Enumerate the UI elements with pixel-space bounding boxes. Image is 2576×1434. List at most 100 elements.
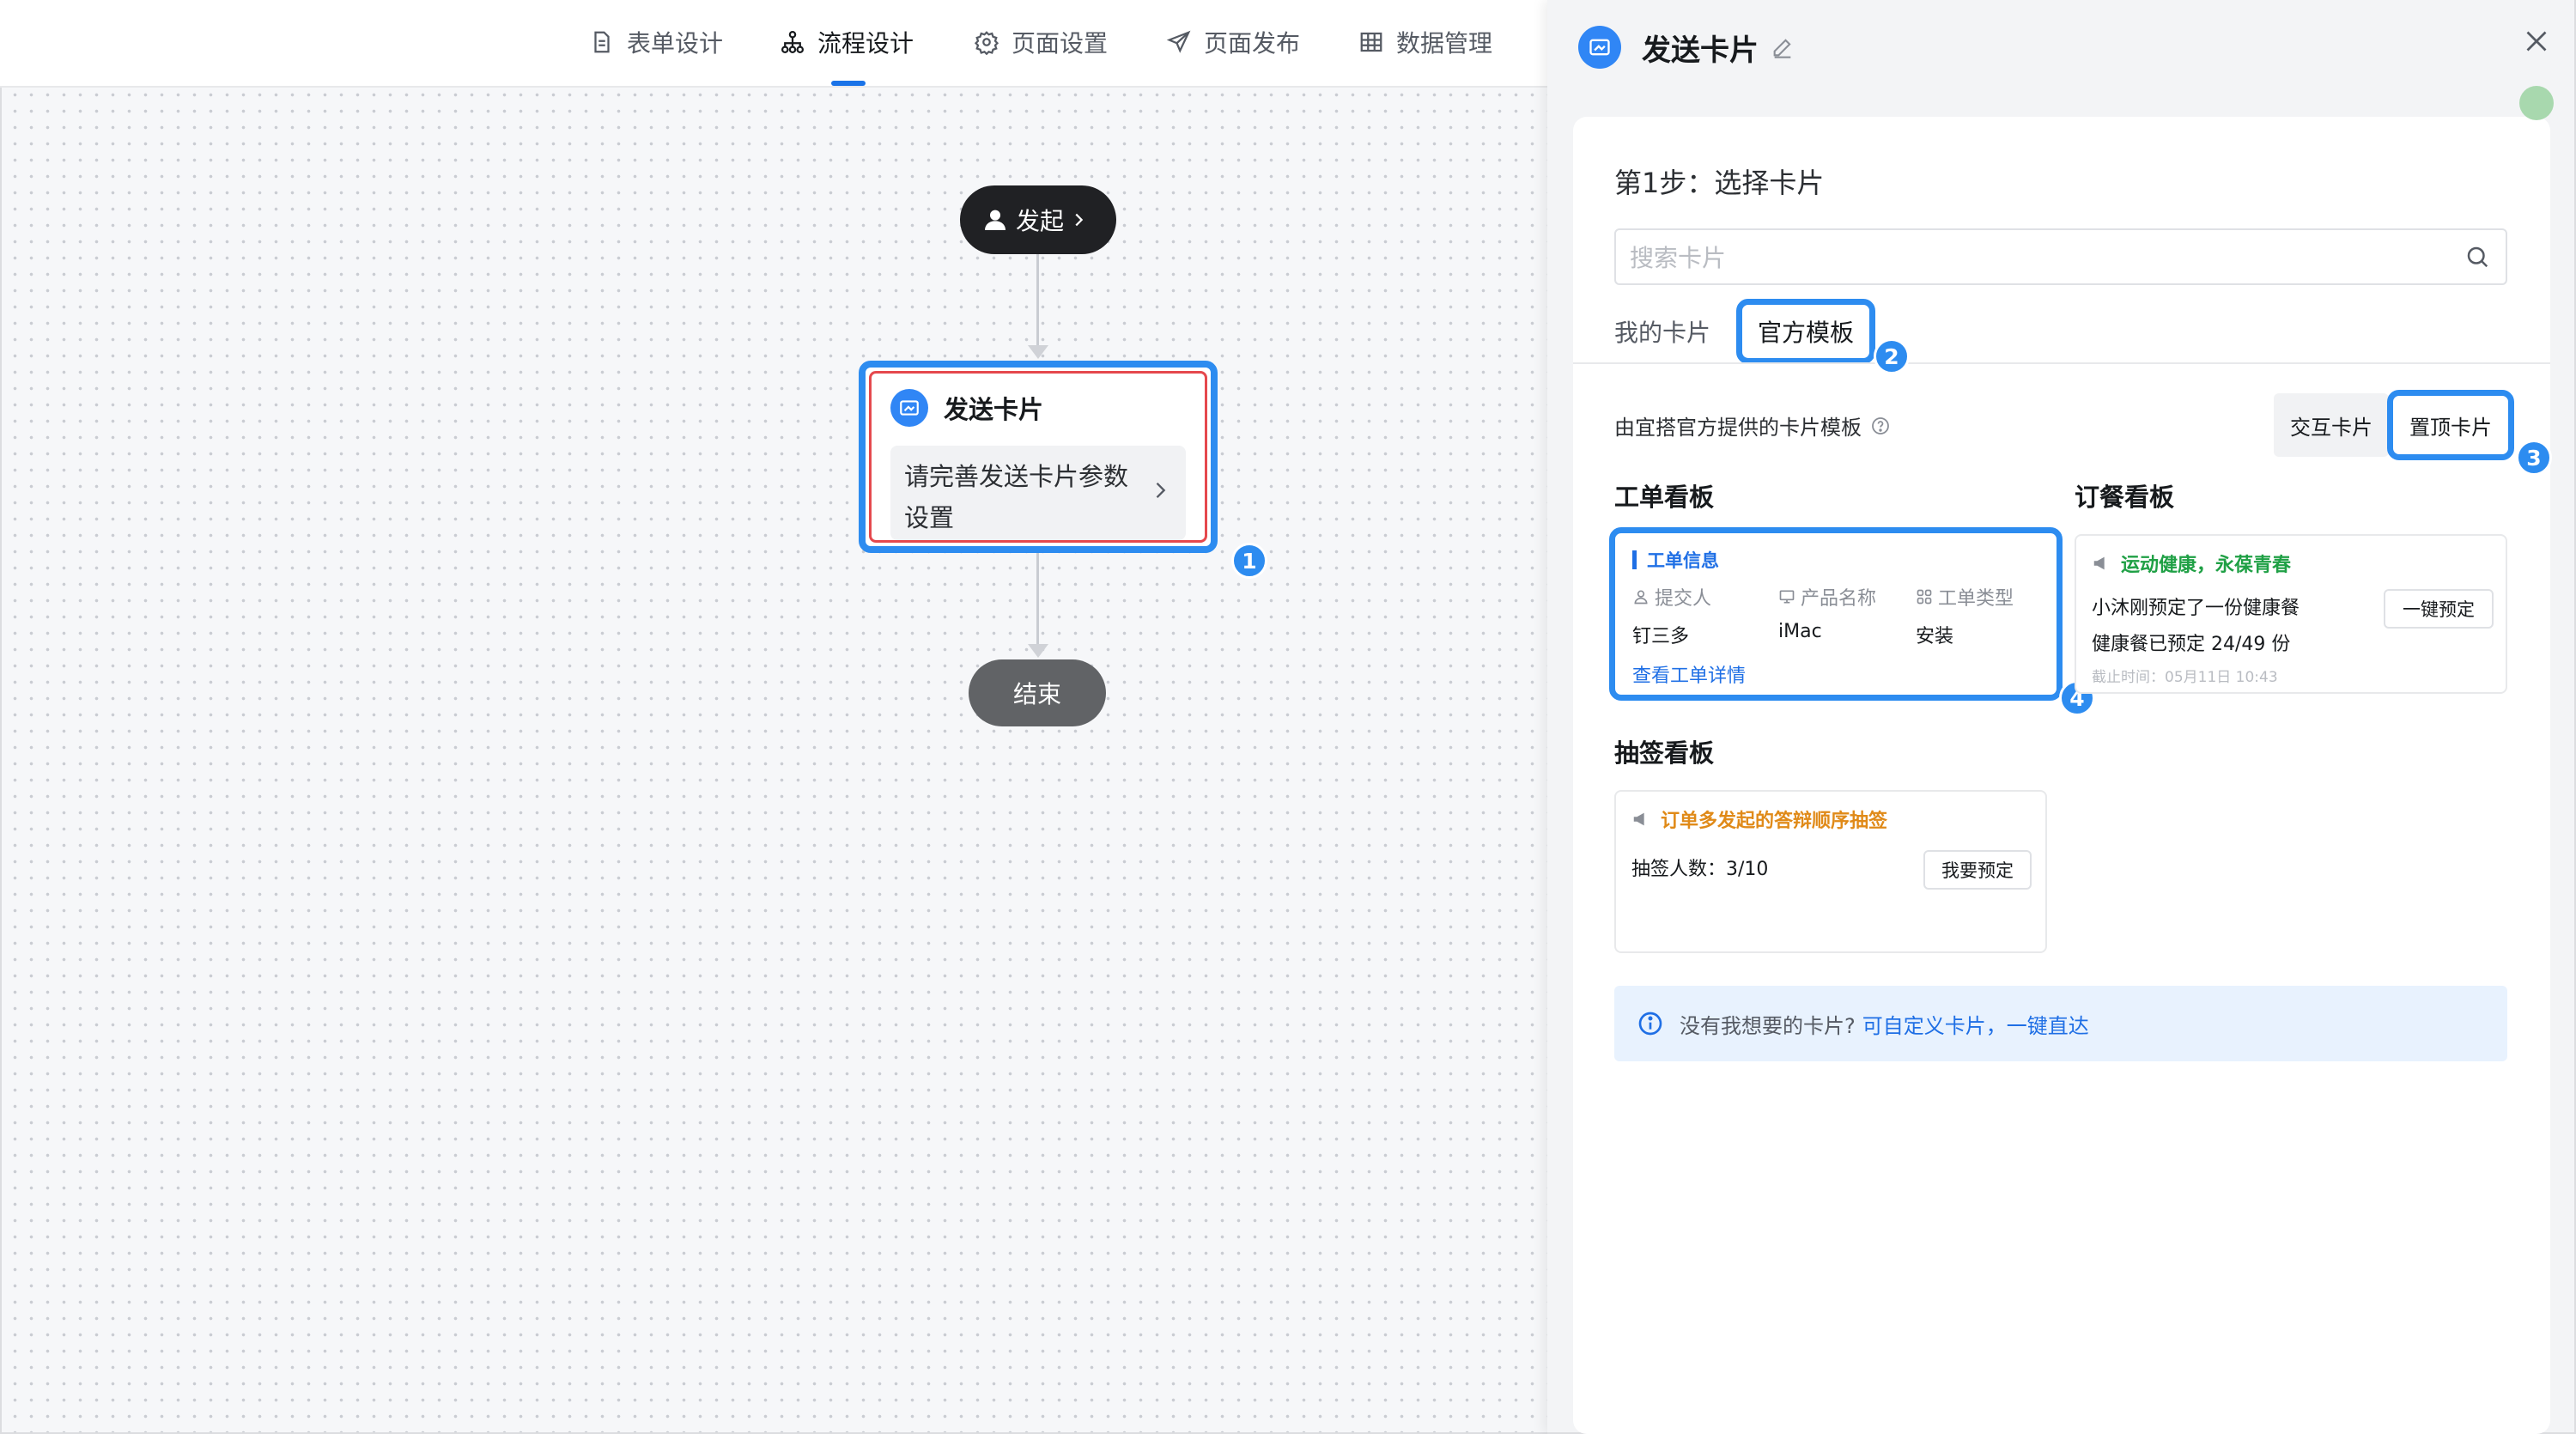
field-value: iMac xyxy=(1778,621,1822,642)
workorder-card-title: 工单信息 xyxy=(1647,550,1719,571)
field-label: 工单类型 xyxy=(1938,588,2014,610)
tab-label: 页面设置 xyxy=(1012,29,1109,58)
tab-data-manage[interactable]: 数据管理 xyxy=(1358,24,1492,60)
template-description: 由宜搭官方提供的卡片模板 xyxy=(1614,410,1891,441)
send-card-node-body[interactable]: 请完善发送卡片参数设置 xyxy=(890,446,1186,540)
step-badge: 2 xyxy=(1874,338,1910,374)
filter-label: 置顶卡片 xyxy=(2409,415,2492,440)
template-card-workorder[interactable]: 工单信息 提交人 钉三多 产品名称 iMac 工单类型 安装 查看工单详情 xyxy=(1609,527,2063,701)
send-card-node-inner: 发送卡片 请完善发送卡片参数设置 xyxy=(869,371,1207,543)
button-label: 我要预定 xyxy=(1941,860,2014,881)
lottery-card-title: 订单多发起的答辩顺序抽签 xyxy=(1661,811,1888,832)
step-badge: 3 xyxy=(2516,440,2552,476)
reserve-button[interactable]: 我要预定 xyxy=(1923,850,2032,890)
filter-pinned-card[interactable]: 置顶卡片 xyxy=(2387,390,2514,460)
tab-page-publish[interactable]: 页面发布 xyxy=(1166,24,1300,60)
meal-card-title: 运动健康，永葆青春 xyxy=(2121,555,2292,576)
accent-bar xyxy=(1632,550,1637,569)
send-card-node-hint: 请完善发送卡片参数设置 xyxy=(904,462,1129,532)
template-card-meal[interactable]: 运动健康，永葆青春 小沐刚预定了一份健康餐 健康餐已预定 24/49 份 截止时… xyxy=(2075,534,2507,694)
template-card-lottery[interactable]: 订单多发起的答辩顺序抽签 抽签人数：3/10 我要预定 xyxy=(1614,790,2047,953)
panel-header: 发送卡片 xyxy=(1547,0,2574,94)
status-dot xyxy=(2519,86,2554,120)
end-node-label: 结束 xyxy=(1012,680,1061,708)
tab-form-design[interactable]: 表单设计 xyxy=(589,24,723,60)
arrow-head xyxy=(1028,644,1048,658)
active-tab-indicator xyxy=(831,81,866,86)
gear-icon xyxy=(974,31,999,55)
tab-flow-design[interactable]: 流程设计 xyxy=(780,24,914,60)
tab-official-label: 官方模板 xyxy=(1757,319,1854,347)
field-product: 产品名称 iMac xyxy=(1778,583,1916,648)
step-title: 第1步：选择卡片 xyxy=(1614,167,1825,199)
field-submitter: 提交人 钉三多 xyxy=(1632,583,1778,648)
tab-label: 页面发布 xyxy=(1204,29,1301,58)
send-card-node[interactable]: 发送卡片 请完善发送卡片参数设置 xyxy=(859,361,1218,553)
template-description-text: 由宜搭官方提供的卡片模板 xyxy=(1614,416,1862,440)
edit-icon[interactable] xyxy=(1771,35,1795,59)
search-input[interactable]: 搜索卡片 xyxy=(1614,228,2507,285)
filter-interactive-card[interactable]: 交互卡片 xyxy=(2274,393,2389,457)
meal-deadline: 截止时间：05月11日 10:43 xyxy=(2092,669,2278,686)
meal-line-2: 健康餐已预定 24/49 份 xyxy=(2092,634,2291,655)
section-title-workorder: 工单看板 xyxy=(1614,483,1715,512)
workorder-card-header: 工单信息 xyxy=(1632,547,2039,573)
custom-card-tip: 没有我想要的卡片? 可自定义卡片，一键直达 xyxy=(1614,986,2507,1061)
meal-card-header: 运动健康，永葆青春 xyxy=(2092,550,2490,577)
connector-line xyxy=(1036,553,1039,646)
card-icon xyxy=(1578,26,1621,69)
tab-label: 数据管理 xyxy=(1396,29,1493,58)
filter-label: 交互卡片 xyxy=(2290,415,2372,440)
connector-line xyxy=(1036,254,1039,347)
field-value: 安装 xyxy=(1916,626,1954,647)
tab-label: 流程设计 xyxy=(817,29,914,58)
send-icon xyxy=(1166,30,1191,53)
start-node-label: 发起 xyxy=(1015,207,1064,235)
section-title-meal: 订餐看板 xyxy=(2075,483,2175,512)
button-label: 一键预定 xyxy=(2403,599,2475,620)
monitor-icon xyxy=(1779,590,1795,604)
reserve-button[interactable]: 一键预定 xyxy=(2384,589,2494,629)
start-node[interactable]: 发起 xyxy=(960,185,1116,254)
card-selector: 第1步：选择卡片 搜索卡片 我的卡片 官方模板 2 由宜搭官方提供的卡片模板 交… xyxy=(1573,117,2552,1434)
search-icon[interactable] xyxy=(2464,244,2490,270)
tab-my-cards[interactable]: 我的卡片 xyxy=(1614,314,1710,349)
document-icon xyxy=(594,31,610,53)
card-icon xyxy=(890,389,928,427)
tabs-divider xyxy=(1573,362,2550,364)
panel-title: 发送卡片 xyxy=(1642,33,1759,68)
flow-icon xyxy=(781,31,804,53)
field-value: 钉三多 xyxy=(1632,626,1690,647)
close-icon[interactable] xyxy=(2521,26,2552,57)
send-card-node-title: 发送卡片 xyxy=(944,395,1044,424)
tab-label: 表单设计 xyxy=(627,29,724,58)
megaphone-icon xyxy=(1633,812,1644,826)
user-icon xyxy=(984,210,1005,230)
lottery-card-header: 订单多发起的答辩顺序抽签 xyxy=(1631,805,2030,833)
info-icon xyxy=(1638,1012,1662,1036)
config-panel: 发送卡片 第1步：选择卡片 搜索卡片 我的卡片 官方模板 2 由宜搭官方提供的卡… xyxy=(1547,0,2576,1434)
help-icon[interactable] xyxy=(1870,416,1891,436)
person-icon xyxy=(1634,590,1648,605)
tab-page-settings[interactable]: 页面设置 xyxy=(974,24,1108,60)
send-card-node-header: 发送卡片 xyxy=(890,389,1186,427)
megaphone-icon xyxy=(2093,556,2105,570)
grid-icon xyxy=(1917,589,1932,605)
grid-icon xyxy=(1360,32,1382,52)
arrow-head xyxy=(1028,345,1048,359)
top-nav: 表单设计 流程设计 页面设置 页面发布 数据管理 xyxy=(0,0,1547,88)
section-title-lottery: 抽签看板 xyxy=(1614,738,1715,768)
end-node[interactable]: 结束 xyxy=(969,659,1106,726)
search-placeholder: 搜索卡片 xyxy=(1630,244,1727,272)
field-label: 产品名称 xyxy=(1801,588,1877,610)
tab-official-templates[interactable]: 官方模板 xyxy=(1736,299,1875,364)
field-label: 提交人 xyxy=(1655,588,1712,610)
custom-card-link[interactable]: 可自定义卡片，一键直达 xyxy=(1862,1009,2089,1039)
chevron-right-icon xyxy=(1156,483,1166,498)
chevron-right-icon xyxy=(1075,213,1084,227)
step-badge: 1 xyxy=(1231,543,1267,579)
flow-canvas[interactable] xyxy=(0,0,1547,1434)
workorder-detail-link[interactable]: 查看工单详情 xyxy=(1632,660,2039,688)
workorder-card-fields: 提交人 钉三多 产品名称 iMac 工单类型 安装 xyxy=(1632,583,2039,648)
field-type: 工单类型 安装 xyxy=(1916,583,2014,648)
